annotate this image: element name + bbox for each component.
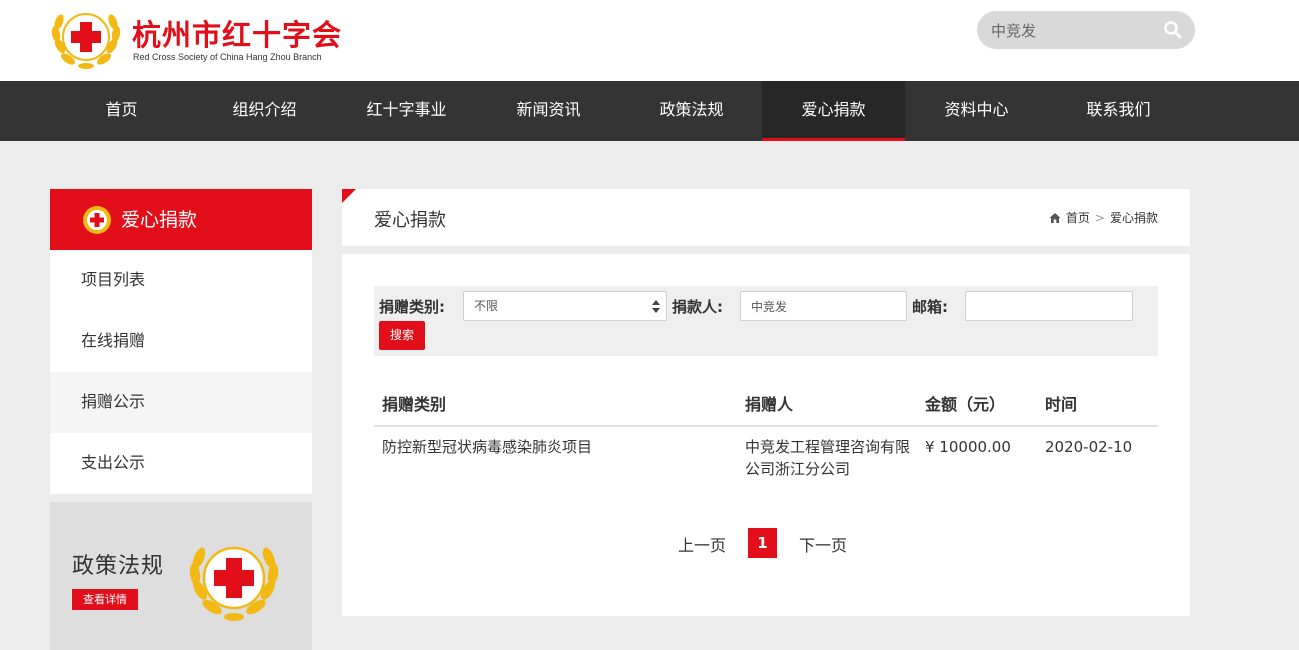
email-label: 邮箱:	[912, 298, 948, 316]
nav-item-resources[interactable]: 资料中心	[905, 81, 1048, 141]
donor-label: 捐款人:	[672, 298, 723, 316]
search-button[interactable]: 搜索	[379, 321, 425, 350]
nav-item-policy[interactable]: 政策法规	[620, 81, 763, 141]
view-details-button[interactable]: 查看详情	[72, 589, 138, 610]
site-search	[977, 11, 1195, 49]
logo-title: 杭州市红十字会	[132, 18, 343, 52]
nav-item-home[interactable]: 首页	[50, 81, 193, 141]
sidebar-item-online-donation[interactable]: 在线捐赠	[50, 311, 312, 372]
pagination: 上一页 1 下一页	[342, 528, 1190, 558]
site-header: 杭州市红十字会 Red Cross Society of China Hang …	[0, 0, 1299, 81]
sidebar-title: 爱心捐款	[121, 209, 198, 231]
select-arrows-icon	[652, 300, 660, 313]
category-select[interactable]: 不限	[463, 291, 667, 321]
breadcrumb-current[interactable]: 爱心捐款	[1110, 209, 1158, 226]
site-logo[interactable]: 杭州市红十字会 Red Cross Society of China Hang …	[50, 2, 350, 72]
content-body: 捐赠类别: 不限 捐款人: 邮箱: 搜索 捐赠类别 捐赠人 金额（元） 时间 防…	[342, 254, 1190, 616]
column-header-category: 捐赠类别	[382, 395, 447, 414]
policy-promo-title: 政策法规	[72, 554, 165, 579]
current-page-button[interactable]: 1	[748, 528, 777, 558]
corner-accent	[342, 189, 356, 203]
logo-subtitle: Red Cross Society of China Hang Zhou Bra…	[133, 52, 322, 62]
email-input[interactable]	[965, 291, 1133, 321]
sidebar-item-expense-notice[interactable]: 支出公示	[50, 433, 312, 494]
category-label: 捐赠类别:	[379, 298, 445, 316]
prev-page-link[interactable]: 上一页	[678, 532, 726, 556]
red-cross-emblem-icon	[189, 546, 279, 621]
search-icon[interactable]	[1163, 20, 1183, 40]
red-cross-emblem-icon	[83, 206, 111, 234]
nav-item-contact[interactable]: 联系我们	[1047, 81, 1190, 141]
main-nav: 首页 组织介绍 红十字事业 新闻资讯 政策法规 爱心捐款 资料中心 联系我们	[0, 81, 1299, 141]
breadcrumb-home[interactable]: 首页	[1066, 209, 1090, 226]
column-header-donor: 捐赠人	[745, 395, 794, 414]
table-cell-donor: 中竞发工程管理咨询有限公司浙江分公司	[745, 438, 911, 478]
column-header-amount: 金额（元）	[925, 395, 1006, 414]
table-cell-date: 2020-02-10	[1045, 438, 1133, 456]
page-title: 爱心捐款	[374, 210, 446, 231]
policy-promo: 政策法规 查看详情	[50, 502, 312, 650]
red-cross-emblem-icon	[51, 13, 121, 69]
table-header-divider	[374, 425, 1158, 427]
nav-item-donation[interactable]: 爱心捐款	[762, 81, 905, 141]
search-input[interactable]	[991, 20, 1151, 40]
next-page-link[interactable]: 下一页	[799, 532, 847, 556]
sidebar-item-donation-notice[interactable]: 捐赠公示	[50, 372, 312, 433]
search-filter: 捐赠类别: 不限 捐款人: 邮箱: 搜索	[374, 286, 1158, 356]
table-cell-amount: ¥ 10000.00	[925, 438, 1011, 456]
nav-item-news[interactable]: 新闻资讯	[477, 81, 620, 141]
breadcrumb: 首页 > 爱心捐款	[1049, 209, 1158, 226]
home-icon	[1049, 212, 1061, 223]
nav-item-organization[interactable]: 组织介绍	[193, 81, 336, 141]
sidebar-item-project-list[interactable]: 项目列表	[50, 250, 312, 311]
nav-item-red-cross-work[interactable]: 红十字事业	[335, 81, 478, 141]
breadcrumb-separator: >	[1094, 210, 1105, 225]
table-cell-category: 防控新型冠状病毒感染肺炎项目	[382, 438, 593, 456]
content-header: 爱心捐款 首页 > 爱心捐款	[342, 189, 1190, 246]
donor-input[interactable]	[740, 291, 907, 321]
column-header-date: 时间	[1045, 395, 1078, 414]
category-select-value: 不限	[474, 299, 499, 313]
sidebar-header: 爱心捐款	[50, 189, 312, 250]
sidebar-menu: 项目列表 在线捐赠 捐赠公示 支出公示	[50, 250, 312, 494]
